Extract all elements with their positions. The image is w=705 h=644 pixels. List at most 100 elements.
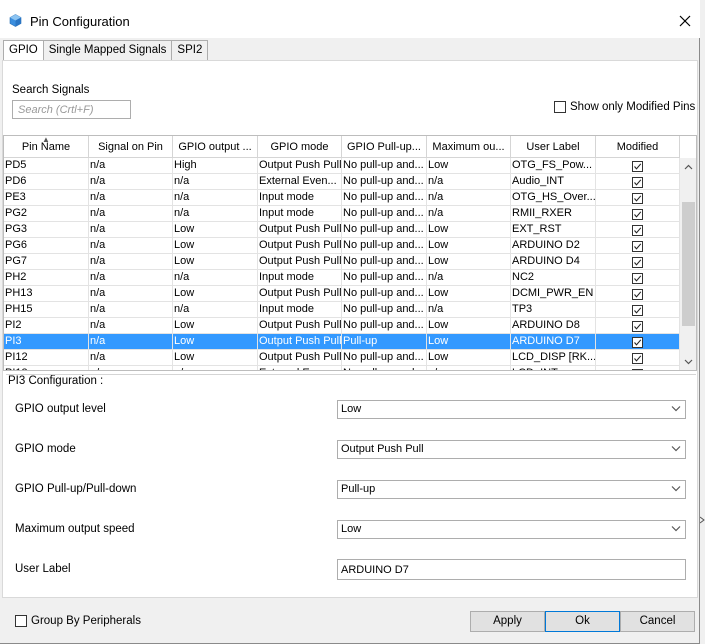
- modified-cell: [596, 174, 680, 190]
- checkmark-icon: [634, 178, 642, 186]
- table-row[interactable]: PG2 n/a n/a Input mode No pull-up and... n/a R…: [4, 206, 680, 222]
- table-cell: Output Push Pull: [258, 286, 342, 302]
- table-row[interactable]: PE3 n/a n/a Input mode No pull-up and... n/a O…: [4, 190, 680, 206]
- modified-checkbox[interactable]: [632, 160, 643, 172]
- output-level-select[interactable]: Low: [337, 400, 686, 419]
- table-cell: n/a: [89, 190, 173, 206]
- column-header-mode[interactable]: GPIO mode: [258, 136, 342, 158]
- table-cell: n/a: [173, 206, 258, 222]
- table-row[interactable]: PH13 n/a Low Output Push Pull No pull-up and…: [4, 286, 680, 302]
- close-button[interactable]: [670, 8, 700, 34]
- column-header-signal[interactable]: Signal on Pin: [89, 136, 173, 158]
- table-cell: n/a: [89, 334, 173, 350]
- checkmark-icon: [634, 210, 642, 218]
- search-input[interactable]: [12, 100, 131, 119]
- chevron-down-icon: [671, 526, 681, 532]
- modified-checkbox[interactable]: [632, 176, 643, 188]
- table-cell: Low: [427, 222, 511, 238]
- tab-spi2[interactable]: SPI2: [171, 40, 209, 60]
- table-cell: Low: [427, 286, 511, 302]
- table-cell: n/a: [427, 270, 511, 286]
- table-row[interactable]: PI12 n/a Low Output Push Pull No pull-up and…: [4, 350, 680, 366]
- output-level-label: GPIO output level: [15, 403, 106, 415]
- close-icon: [679, 15, 691, 27]
- modified-checkbox[interactable]: [632, 240, 643, 252]
- table-cell: Input mode: [258, 302, 342, 318]
- column-header-speed[interactable]: Maximum ou...: [427, 136, 511, 158]
- mode-select[interactable]: Output Push Pull: [337, 440, 686, 459]
- table-cell: DCMI_PWR_EN: [511, 286, 596, 302]
- modified-cell: [596, 190, 680, 206]
- table-cell: No pull-up and...: [342, 302, 427, 318]
- modified-checkbox[interactable]: [632, 272, 643, 284]
- table-cell: EXT_RST: [511, 222, 596, 238]
- show-modified-box[interactable]: [554, 101, 566, 113]
- table-cell: PG2: [4, 206, 89, 222]
- table-cell: PI13: [4, 366, 89, 370]
- column-header-pull[interactable]: GPIO Pull-up...: [342, 136, 427, 158]
- modified-checkbox[interactable]: [632, 304, 643, 316]
- table-scrollbar[interactable]: [680, 158, 696, 370]
- table-row[interactable]: PH2 n/a n/a Input mode No pull-up and... n/a N…: [4, 270, 680, 286]
- pin-config-title: PI3 Configuration :: [8, 375, 104, 387]
- table-cell: Low: [173, 286, 258, 302]
- modified-checkbox[interactable]: [632, 320, 643, 332]
- chevron-up-icon: [684, 164, 693, 169]
- column-header-pin-name[interactable]: ▲ Pin Name: [4, 136, 89, 158]
- modified-checkbox[interactable]: [632, 288, 643, 300]
- tab-single-mapped-signals[interactable]: Single Mapped Signals: [42, 40, 173, 60]
- group-by-peripherals-checkbox[interactable]: Group By Peripherals: [15, 615, 141, 627]
- table-row[interactable]: PI2 n/a Low Output Push Pull No pull-up and.…: [4, 318, 680, 334]
- ok-button[interactable]: Ok: [545, 611, 620, 632]
- modified-checkbox[interactable]: [632, 352, 643, 364]
- modified-checkbox[interactable]: [632, 208, 643, 220]
- table-cell: No pull-up and...: [342, 174, 427, 190]
- table-cell: No pull-up and...: [342, 158, 427, 174]
- modified-cell: [596, 238, 680, 254]
- modified-checkbox[interactable]: [632, 256, 643, 268]
- table-row[interactable]: PG7 n/a Low Output Push Pull No pull-up and.…: [4, 254, 680, 270]
- speed-select[interactable]: Low: [337, 520, 686, 539]
- table-header: ▲ Pin Name Signal on Pin GPIO output ... …: [4, 136, 680, 158]
- column-header-user-label[interactable]: User Label: [511, 136, 596, 158]
- scroll-down-button[interactable]: [680, 353, 696, 370]
- title-bar[interactable]: Pin Configuration: [0, 0, 700, 38]
- table-cell: External Even...: [258, 366, 342, 370]
- group-by-box[interactable]: [15, 615, 27, 627]
- user-label-input[interactable]: [337, 559, 686, 580]
- table-cell: PD6: [4, 174, 89, 190]
- checkmark-icon: [634, 258, 642, 266]
- checkmark-icon: [634, 322, 642, 330]
- table-row[interactable]: PI3 n/a Low Output Push Pull Pull-up Low ARDUI…: [4, 334, 680, 350]
- table-cell: Pull-up: [342, 334, 427, 350]
- table-cell: No pull-up and...: [342, 190, 427, 206]
- table-row[interactable]: PD5 n/a High Output Push Pull No pull-up and…: [4, 158, 680, 174]
- output-level-value: Low: [341, 403, 362, 415]
- scroll-up-button[interactable]: [680, 158, 696, 175]
- table-cell: n/a: [173, 190, 258, 206]
- table-cell: Audio_INT: [511, 174, 596, 190]
- table-cell: n/a: [89, 270, 173, 286]
- table-cell: n/a: [427, 302, 511, 318]
- column-header-modified[interactable]: Modified: [596, 136, 680, 158]
- resize-grip-icon[interactable]: [700, 516, 705, 524]
- show-modified-checkbox[interactable]: Show only Modified Pins: [554, 101, 695, 113]
- table-row[interactable]: PD6 n/a n/a External Even... No pull-up and.…: [4, 174, 680, 190]
- table-cell: n/a: [89, 222, 173, 238]
- table-row[interactable]: PG3 n/a Low Output Push Pull No pull-up and.…: [4, 222, 680, 238]
- modified-checkbox[interactable]: [632, 368, 643, 370]
- cancel-button[interactable]: Cancel: [620, 611, 695, 632]
- column-header-output-level[interactable]: GPIO output ...: [173, 136, 258, 158]
- table-cell: OTG_FS_Pow...: [511, 158, 596, 174]
- modified-checkbox[interactable]: [632, 224, 643, 236]
- pull-select[interactable]: Pull-up: [337, 480, 686, 499]
- table-row[interactable]: PI13n/an/aExternal Even...No pull-up and…: [4, 366, 680, 370]
- tab-gpio[interactable]: GPIO: [3, 40, 44, 61]
- modified-checkbox[interactable]: [632, 192, 643, 204]
- table-cell: No pull-up and...: [342, 318, 427, 334]
- modified-checkbox[interactable]: [632, 336, 643, 348]
- table-row[interactable]: PG6 n/a Low Output Push Pull No pull-up and.…: [4, 238, 680, 254]
- table-row[interactable]: PH15 n/a n/a Input mode No pull-up and... n/a…: [4, 302, 680, 318]
- apply-button[interactable]: Apply: [470, 611, 545, 632]
- scroll-thumb[interactable]: [682, 202, 695, 326]
